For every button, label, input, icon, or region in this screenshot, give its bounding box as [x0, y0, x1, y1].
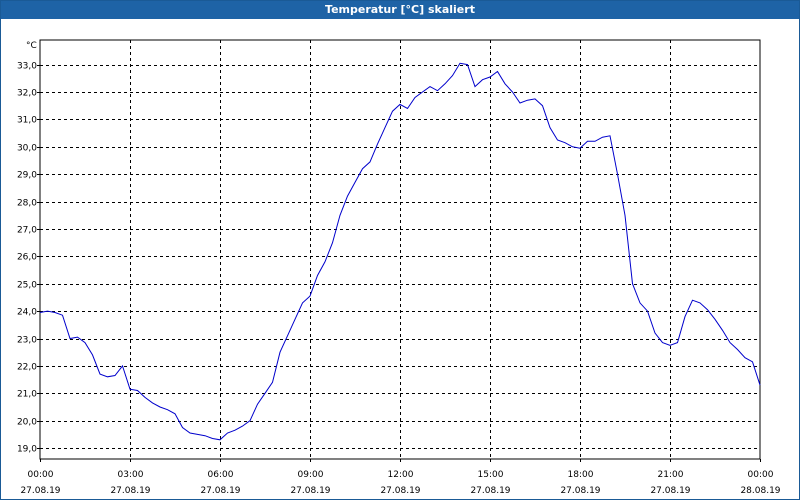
- y-tick-label: 23,0: [17, 336, 37, 346]
- x-tick-label-time: 15:00: [478, 470, 504, 480]
- y-tick-label: 19,0: [17, 445, 37, 455]
- x-tick-label-date: 27.08.19: [20, 486, 60, 496]
- y-tick-label: 32,0: [17, 89, 37, 99]
- x-tick-label-date: 27.08.19: [200, 486, 240, 496]
- temperature-chart: 19,0 20,0 21,0 22,0 23,0 24,0 25,0 26,0 27,0 28,0…: [17, 39, 781, 496]
- y-axis-label: °C: [26, 41, 37, 51]
- x-tick-label-date: 27.08.19: [110, 486, 150, 496]
- x-tick-label-date: 27.08.19: [380, 486, 420, 496]
- x-tick-label-date: 27.08.19: [650, 486, 690, 496]
- y-tick-label: 21,0: [17, 390, 37, 400]
- y-tick-label: 28,0: [17, 199, 37, 209]
- x-tick-label-time: 06:00: [208, 470, 234, 480]
- x-tick-label-time: 21:00: [658, 470, 684, 480]
- x-tick-label-time: 03:00: [118, 470, 144, 480]
- y-tick-label: 24,0: [17, 308, 37, 318]
- x-tick-label-time: 12:00: [388, 470, 414, 480]
- y-tick-label: 33,0: [17, 62, 37, 72]
- x-tick-label-time: 00:00: [28, 470, 54, 480]
- x-tick-label-date: 28.08.19: [740, 486, 780, 496]
- x-tick-label-time: 18:00: [568, 470, 594, 480]
- y-tick-label: 26,0: [17, 253, 37, 263]
- y-tick-label: 22,0: [17, 363, 37, 373]
- y-tick-label: 29,0: [17, 171, 37, 181]
- y-tick-label: 25,0: [17, 281, 37, 291]
- x-tick-label-date: 27.08.19: [470, 486, 510, 496]
- y-tick-label: 31,0: [17, 116, 37, 126]
- y-tick-label: 27,0: [17, 226, 37, 236]
- x-tick-label-time: 00:00: [748, 470, 774, 480]
- x-tick-label-date: 27.08.19: [290, 486, 330, 496]
- y-tick-label: 20,0: [17, 418, 37, 428]
- y-tick-label: 30,0: [17, 144, 37, 154]
- x-tick-label-time: 09:00: [298, 470, 324, 480]
- x-tick-label-date: 27.08.19: [560, 486, 600, 496]
